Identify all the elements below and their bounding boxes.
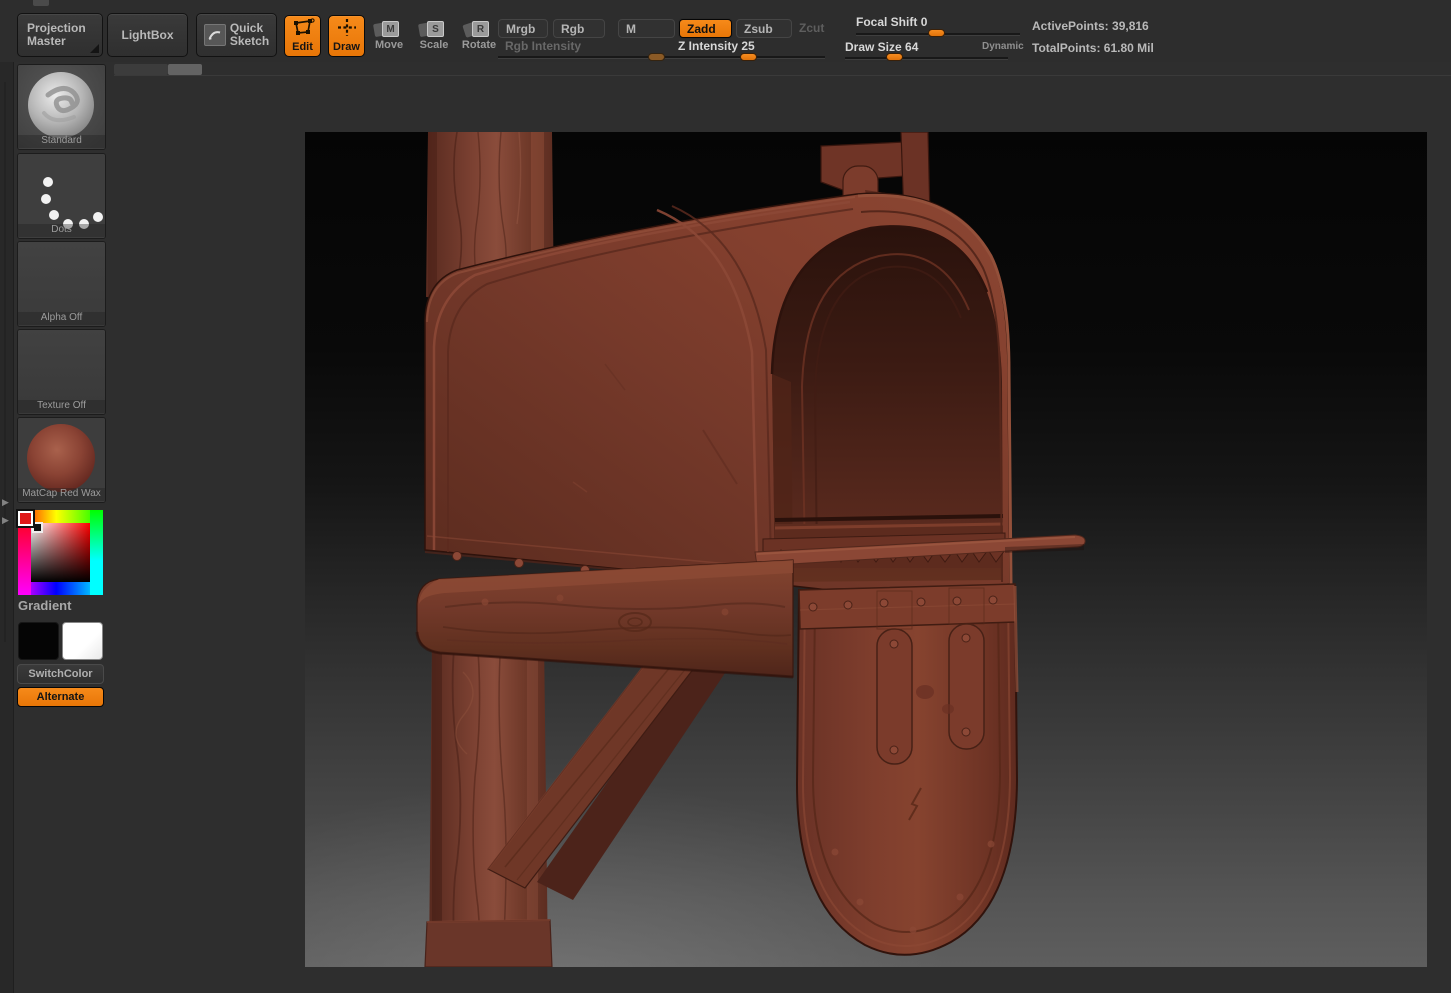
rgb-intensity-slider-handle[interactable] — [648, 53, 665, 61]
z-intensity-slider-label: Z Intensity 25 — [678, 39, 755, 53]
menu-corner-icon — [90, 44, 99, 53]
quick-sketch-button[interactable]: Quick Sketch — [196, 13, 277, 57]
rotate-label: Rotate — [461, 39, 497, 51]
open-tray-arrow-icon[interactable]: ▶ — [2, 498, 9, 507]
hue-ring[interactable] — [90, 510, 103, 595]
divider-groove — [4, 82, 6, 642]
alternate-button[interactable]: Alternate — [17, 687, 104, 707]
current-texture-tile[interactable]: Texture Off — [17, 329, 106, 415]
projection-master-button[interactable]: Projection Master — [17, 13, 103, 57]
mrgb-button[interactable]: Mrgb — [498, 19, 548, 38]
left-tray-divider[interactable]: ▶ ▶ — [0, 62, 14, 993]
active-points-value: 39,816 — [1112, 19, 1149, 33]
current-color-swatch[interactable] — [16, 509, 35, 528]
current-brush-tile[interactable]: Standard — [17, 64, 106, 150]
mailbox-door-open[interactable] — [795, 583, 1019, 956]
stroke-tile-label: Dots — [18, 224, 105, 237]
dynamic-toggle[interactable]: Dynamic — [982, 41, 1024, 52]
toolbar-drag-nub[interactable] — [33, 0, 49, 6]
zadd-button[interactable]: Zadd — [679, 19, 732, 38]
texture-tile-label: Texture Off — [18, 400, 105, 413]
lightbox-divider-handle[interactable] — [168, 64, 202, 75]
wood-post-lower[interactable] — [424, 636, 553, 967]
sculpt-document[interactable] — [305, 132, 1427, 967]
edit-lasso-icon — [291, 18, 315, 40]
secondary-color-swatch[interactable] — [62, 622, 103, 660]
lightbox-label: LightBox — [121, 28, 174, 42]
rgb-intensity-slider-track[interactable] — [498, 56, 663, 59]
rotate-icon: R — [462, 21, 489, 38]
top-shelf-toolbar: Projection Master LightBox Quick Sketch … — [0, 0, 1451, 62]
focal-shift-slider-handle[interactable] — [928, 29, 945, 37]
draw-mode-button[interactable]: Draw — [328, 15, 365, 57]
lightbox-button[interactable]: LightBox — [107, 13, 188, 57]
move-label: Move — [374, 39, 404, 51]
focal-shift-value: 0 — [920, 15, 928, 29]
document-canvas-area[interactable] — [114, 62, 1451, 993]
quick-sketch-label-2: Sketch — [229, 34, 270, 48]
projection-master-label-2: Master — [27, 34, 66, 48]
switch-color-button[interactable]: SwitchColor — [17, 664, 104, 684]
active-points-stat: ActivePoints: 39,816 — [1032, 19, 1149, 33]
m-button[interactable]: M — [618, 19, 675, 38]
total-points-value: 61.80 Mil — [1103, 41, 1154, 55]
edit-label: Edit — [292, 41, 313, 53]
zsub-button[interactable]: Zsub — [736, 19, 792, 38]
gradient-label[interactable]: Gradient — [18, 598, 71, 613]
move-icon: M — [372, 21, 399, 38]
total-points-stat: TotalPoints: 61.80 Mil — [1032, 41, 1154, 55]
scale-icon: S — [417, 21, 444, 38]
z-intensity-value: 25 — [741, 39, 755, 53]
current-alpha-tile[interactable]: Alpha Off — [17, 241, 106, 327]
scale-mode-button[interactable]: S Scale — [415, 16, 453, 56]
sv-selector[interactable] — [32, 522, 43, 533]
color-picker[interactable] — [16, 509, 103, 595]
viewport-mailbox-model[interactable] — [305, 132, 1427, 967]
move-mode-button[interactable]: M Move — [370, 16, 408, 56]
focal-shift-slider-label: Focal Shift 0 — [856, 15, 928, 29]
brush-tile-label: Standard — [18, 135, 105, 148]
quick-palette-sidebar: Standard Dots Alpha Off Texture Off MatC… — [14, 62, 110, 993]
current-stroke-tile[interactable]: Dots — [17, 153, 106, 239]
draw-size-value: 64 — [905, 40, 919, 54]
draw-size-slider-handle[interactable] — [886, 53, 903, 61]
pen-icon — [203, 24, 226, 46]
material-tile-label: MatCap Red Wax — [18, 488, 105, 501]
current-material-tile[interactable]: MatCap Red Wax — [17, 417, 106, 503]
scale-label: Scale — [419, 39, 449, 51]
open-tray-arrow-icon[interactable]: ▶ — [2, 516, 9, 525]
rotate-mode-button[interactable]: R Rotate — [459, 16, 499, 56]
main-color-swatch[interactable] — [18, 622, 59, 660]
alpha-tile-label: Alpha Off — [18, 312, 105, 325]
rgb-button[interactable]: Rgb — [553, 19, 605, 38]
lightbox-divider-tab[interactable] — [114, 64, 168, 75]
edit-mode-button[interactable]: Edit — [284, 15, 321, 57]
rgb-intensity-slider-label: Rgb Intensity — [505, 39, 582, 53]
draw-crosshair-icon — [335, 18, 359, 40]
lightbox-divider-line — [114, 75, 1451, 76]
draw-size-slider-label: Draw Size 64 — [845, 40, 919, 54]
z-intensity-slider-handle[interactable] — [740, 53, 757, 61]
draw-size-slider-track[interactable] — [845, 57, 1008, 60]
zcut-button[interactable]: Zcut — [799, 21, 824, 35]
draw-label: Draw — [333, 41, 360, 53]
